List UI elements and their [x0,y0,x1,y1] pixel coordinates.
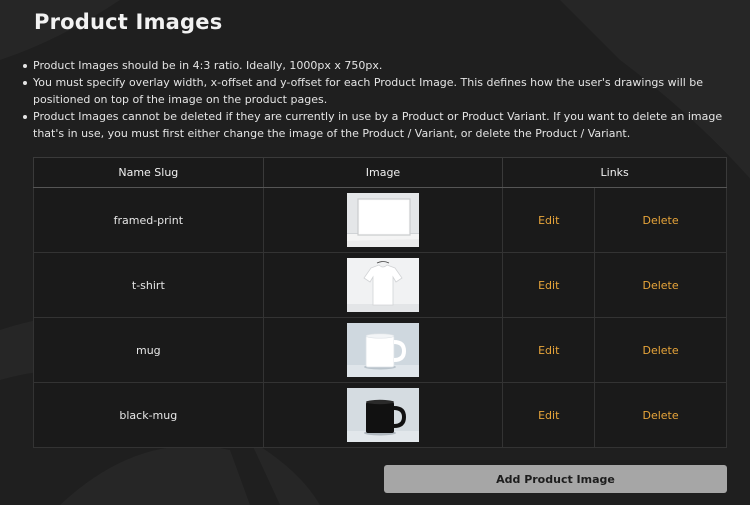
add-product-image-button[interactable]: Add Product Image [384,465,727,493]
table-header-row: Name Slug Image Links [33,157,727,188]
edit-link[interactable]: Edit [538,409,559,422]
edit-link[interactable]: Edit [538,344,559,357]
delete-link[interactable]: Delete [643,409,679,422]
edit-link[interactable]: Edit [538,279,559,292]
name-slug-cell: framed-print [33,187,264,253]
image-cell [262,317,504,383]
column-header-links: Links [502,157,727,188]
delete-link[interactable]: Delete [643,344,679,357]
table-row: mug Edit Delete [33,317,727,383]
edit-link[interactable]: Edit [538,214,559,227]
image-cell [262,382,504,448]
instruction-item: Product Images cannot be deleted if they… [22,108,740,142]
framed-print-thumbnail [346,193,419,247]
name-slug-cell: mug [33,317,264,383]
black-mug-thumbnail [346,388,419,442]
name-slug-cell: t-shirt [33,252,264,318]
image-cell [262,252,504,318]
delete-link[interactable]: Delete [643,214,679,227]
t-shirt-thumbnail [346,258,419,312]
white-mug-thumbnail [346,323,419,377]
edit-cell: Edit [502,187,596,253]
instructions-list: Product Images should be in 4:3 ratio. I… [22,57,740,142]
name-slug-cell: black-mug [33,382,264,448]
table-row: black-mug Edit Delete [33,382,727,448]
column-header-name-slug: Name Slug [33,157,264,188]
delete-cell: Delete [594,382,727,448]
edit-cell: Edit [502,382,596,448]
edit-cell: Edit [502,317,596,383]
delete-cell: Delete [594,252,727,318]
edit-cell: Edit [502,252,596,318]
table-row: t-shirt Edit Delete [33,252,727,318]
delete-cell: Delete [594,317,727,383]
image-cell [262,187,504,253]
instruction-item: You must specify overlay width, x-offset… [22,74,740,108]
instruction-item: Product Images should be in 4:3 ratio. I… [22,57,740,74]
page-title: Product Images [34,10,223,34]
product-images-table: Name Slug Image Links framed-print Edit … [33,157,727,448]
table-row: framed-print Edit Delete [33,187,727,253]
delete-cell: Delete [594,187,727,253]
column-header-image: Image [262,157,504,188]
delete-link[interactable]: Delete [643,279,679,292]
